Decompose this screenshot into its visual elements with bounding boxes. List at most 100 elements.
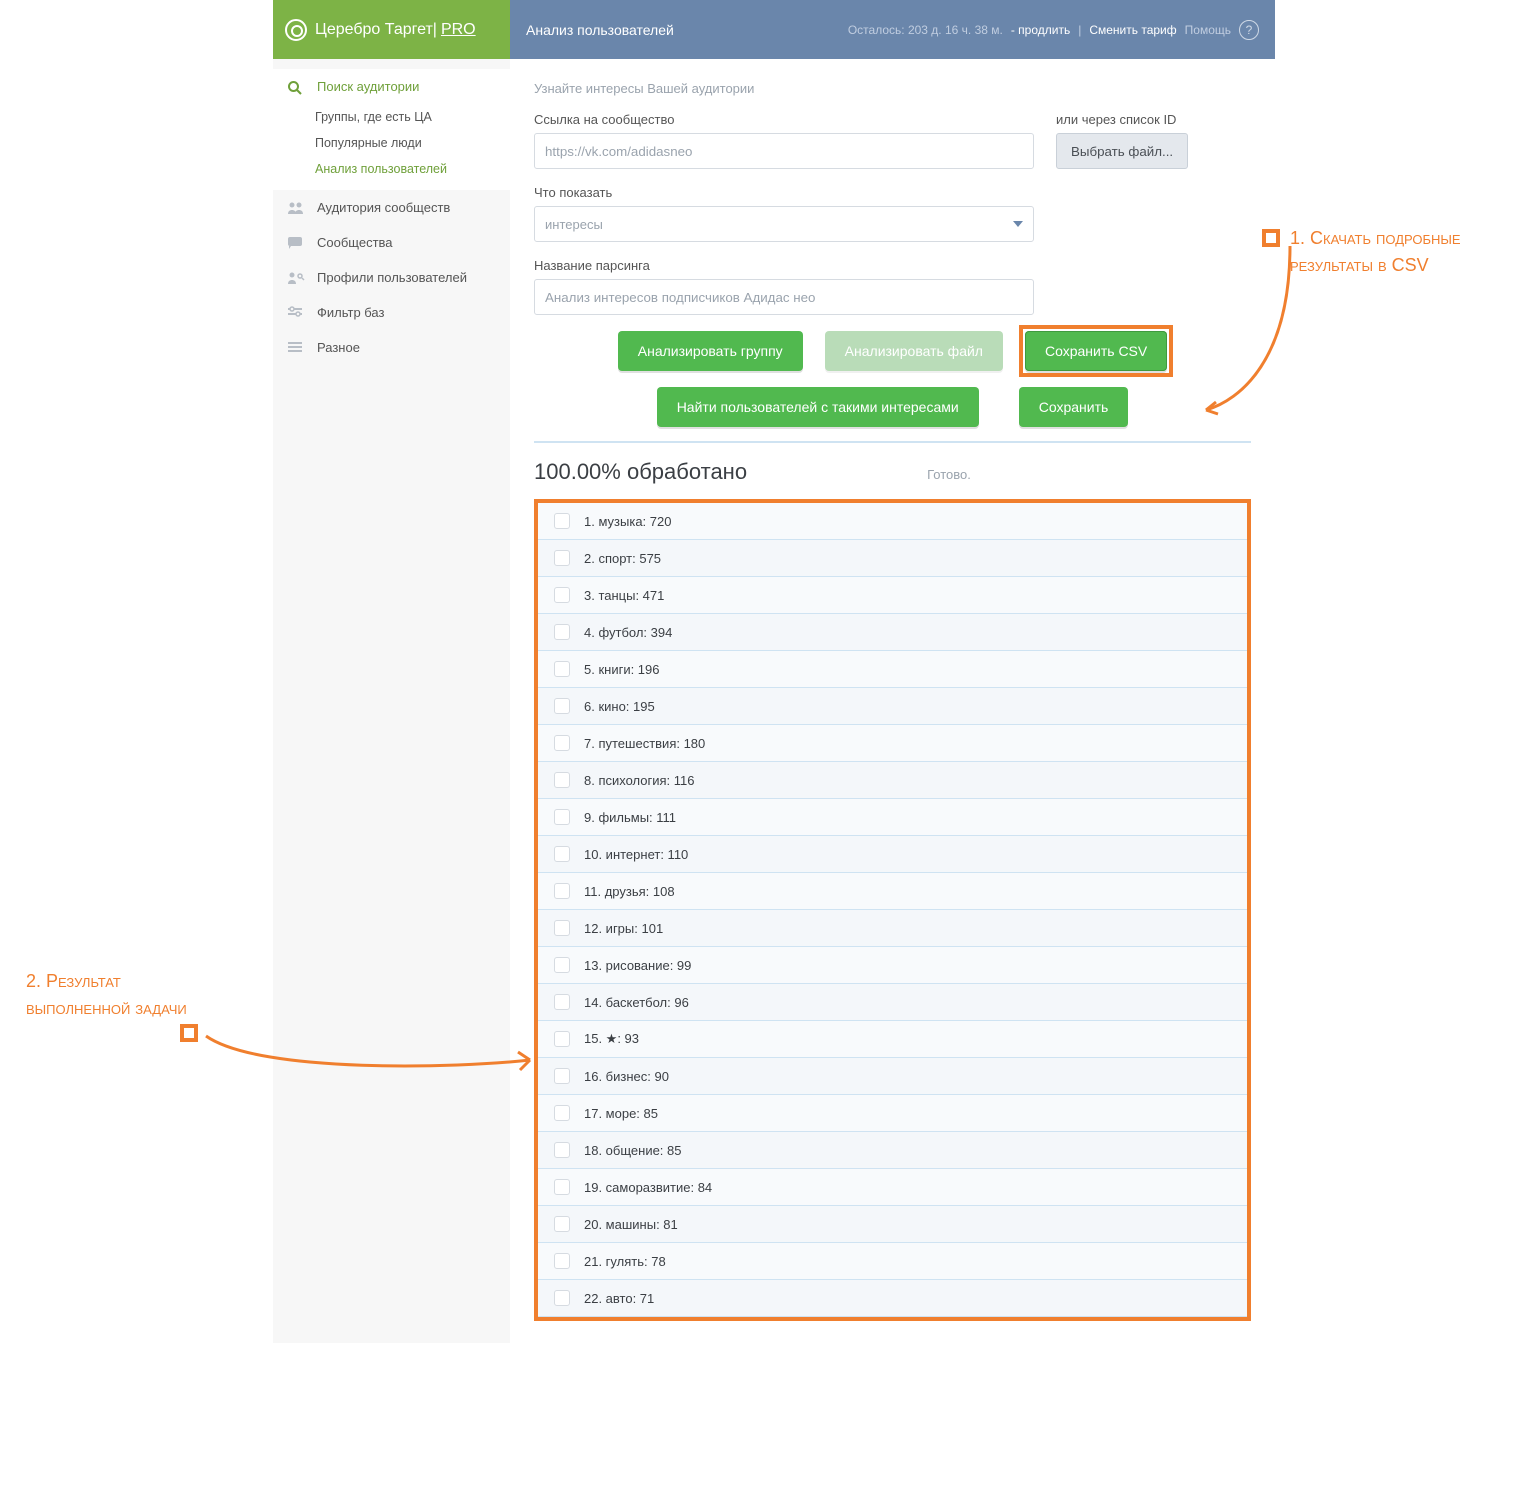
result-checkbox[interactable]: [554, 1253, 570, 1269]
save-csv-button[interactable]: Сохранить CSV: [1025, 331, 1167, 371]
logo-icon: [285, 19, 307, 41]
result-row[interactable]: 22. авто: 71: [538, 1280, 1247, 1317]
show-select[interactable]: интересы: [534, 206, 1034, 242]
profile-icon: [287, 271, 305, 285]
titlebar: Анализ пользователей Осталось: 203 д. 16…: [510, 0, 1275, 59]
result-row[interactable]: 17. море: 85: [538, 1095, 1247, 1132]
parse-name-input[interactable]: [534, 279, 1034, 315]
brand[interactable]: Церебро Таргет | PRO: [273, 0, 510, 59]
result-row[interactable]: 19. саморазвитие: 84: [538, 1169, 1247, 1206]
result-checkbox[interactable]: [554, 809, 570, 825]
annotation-2-text: 2. Результат выполненной задачи: [26, 971, 187, 1018]
result-checkbox[interactable]: [554, 772, 570, 788]
result-checkbox[interactable]: [554, 1142, 570, 1158]
result-checkbox[interactable]: [554, 957, 570, 973]
result-checkbox[interactable]: [554, 661, 570, 677]
sidebar-item-label: Разное: [317, 340, 360, 355]
menu-icon: [287, 341, 305, 355]
result-row[interactable]: 18. общение: 85: [538, 1132, 1247, 1169]
annotation-marker-icon: [1262, 229, 1280, 247]
result-checkbox[interactable]: [554, 1068, 570, 1084]
divider: [534, 441, 1251, 443]
result-checkbox[interactable]: [554, 624, 570, 640]
result-checkbox[interactable]: [554, 994, 570, 1010]
result-row[interactable]: 7. путешествия: 180: [538, 725, 1247, 762]
result-row[interactable]: 13. рисование: 99: [538, 947, 1247, 984]
result-checkbox[interactable]: [554, 883, 570, 899]
result-checkbox[interactable]: [554, 846, 570, 862]
result-row[interactable]: 16. бизнес: 90: [538, 1058, 1247, 1095]
result-row[interactable]: 8. психология: 116: [538, 762, 1247, 799]
parse-name-label: Название парсинга: [534, 258, 1034, 273]
sidebar-sub-analysis[interactable]: Анализ пользователей: [273, 156, 510, 182]
results-list[interactable]: 1. музыка: 720 2. спорт: 575 3. танцы: 471…: [538, 503, 1247, 1317]
result-text: 4. футбол: 394: [584, 625, 672, 640]
sidebar-sub-popular[interactable]: Популярные люди: [273, 130, 510, 156]
sidebar-item-audience[interactable]: Аудитория сообществ: [273, 190, 510, 225]
filter-icon: [287, 306, 305, 320]
result-row[interactable]: 12. игры: 101: [538, 910, 1247, 947]
result-row[interactable]: 4. футбол: 394: [538, 614, 1247, 651]
result-checkbox[interactable]: [554, 1031, 570, 1047]
result-text: 5. книги: 196: [584, 662, 660, 677]
form-hint: Узнайте интересы Вашей аудитории: [534, 81, 1251, 96]
result-text: 9. фильмы: 111: [584, 810, 676, 825]
brand-sep: |: [433, 21, 437, 39]
change-tariff-link[interactable]: Сменить тариф: [1089, 23, 1176, 37]
sidebar-sub-groups[interactable]: Группы, где есть ЦА: [273, 104, 510, 130]
result-row[interactable]: 1. музыка: 720: [538, 503, 1247, 540]
help-link[interactable]: Помощь: [1185, 23, 1231, 37]
result-checkbox[interactable]: [554, 698, 570, 714]
result-text: 8. психология: 116: [584, 773, 695, 788]
result-row[interactable]: 20. машины: 81: [538, 1206, 1247, 1243]
find-users-button[interactable]: Найти пользователей с такими интересами: [657, 387, 979, 427]
result-row[interactable]: 14. баскетбол: 96: [538, 984, 1247, 1021]
sidebar-item-profiles[interactable]: Профили пользователей: [273, 260, 510, 295]
save-button[interactable]: Сохранить: [1019, 387, 1129, 427]
page-title: Анализ пользователей: [526, 22, 674, 38]
result-checkbox[interactable]: [554, 735, 570, 751]
result-row[interactable]: 2. спорт: 575: [538, 540, 1247, 577]
result-checkbox[interactable]: [554, 1105, 570, 1121]
sidebar-item-filter[interactable]: Фильтр баз: [273, 295, 510, 330]
result-checkbox[interactable]: [554, 1290, 570, 1306]
result-row[interactable]: 10. интернет: 110: [538, 836, 1247, 873]
result-text: 15. ★: 93: [584, 1031, 639, 1047]
progress-done: Готово.: [927, 467, 971, 482]
result-checkbox[interactable]: [554, 1216, 570, 1232]
analyze-group-button[interactable]: Анализировать группу: [618, 331, 803, 371]
people-icon: [287, 201, 305, 215]
chat-icon: [287, 236, 305, 250]
help-icon[interactable]: ?: [1239, 20, 1259, 40]
result-row[interactable]: 5. книги: 196: [538, 651, 1247, 688]
result-text: 16. бизнес: 90: [584, 1069, 669, 1084]
result-text: 21. гулять: 78: [584, 1254, 666, 1269]
result-row[interactable]: 6. кино: 195: [538, 688, 1247, 725]
result-checkbox[interactable]: [554, 513, 570, 529]
choose-file-button[interactable]: Выбрать файл...: [1056, 133, 1188, 169]
sidebar-item-search[interactable]: Поиск аудитории: [273, 69, 510, 104]
result-text: 6. кино: 195: [584, 699, 655, 714]
result-row[interactable]: 21. гулять: 78: [538, 1243, 1247, 1280]
result-checkbox[interactable]: [554, 587, 570, 603]
extend-link[interactable]: - продлить: [1011, 23, 1070, 37]
result-text: 3. танцы: 471: [584, 588, 664, 603]
result-text: 13. рисование: 99: [584, 958, 691, 973]
result-checkbox[interactable]: [554, 1179, 570, 1195]
link-label: Ссылка на сообщество: [534, 112, 1034, 127]
result-checkbox[interactable]: [554, 550, 570, 566]
sidebar-item-communities[interactable]: Сообщества: [273, 225, 510, 260]
result-row[interactable]: 11. друзья: 108: [538, 873, 1247, 910]
result-checkbox[interactable]: [554, 920, 570, 936]
brand-pro[interactable]: PRO: [441, 21, 476, 39]
community-link-input[interactable]: [534, 133, 1034, 169]
result-row[interactable]: 3. танцы: 471: [538, 577, 1247, 614]
result-row[interactable]: 15. ★: 93: [538, 1021, 1247, 1058]
sidebar-item-misc[interactable]: Разное: [273, 330, 510, 365]
results-box: 1. музыка: 720 2. спорт: 575 3. танцы: 471…: [534, 499, 1251, 1321]
or-ids-label: или через список ID: [1056, 112, 1188, 127]
result-text: 2. спорт: 575: [584, 551, 661, 566]
result-row[interactable]: 9. фильмы: 111: [538, 799, 1247, 836]
sidebar-item-label: Аудитория сообществ: [317, 200, 450, 215]
chevron-down-icon: [1013, 221, 1023, 227]
